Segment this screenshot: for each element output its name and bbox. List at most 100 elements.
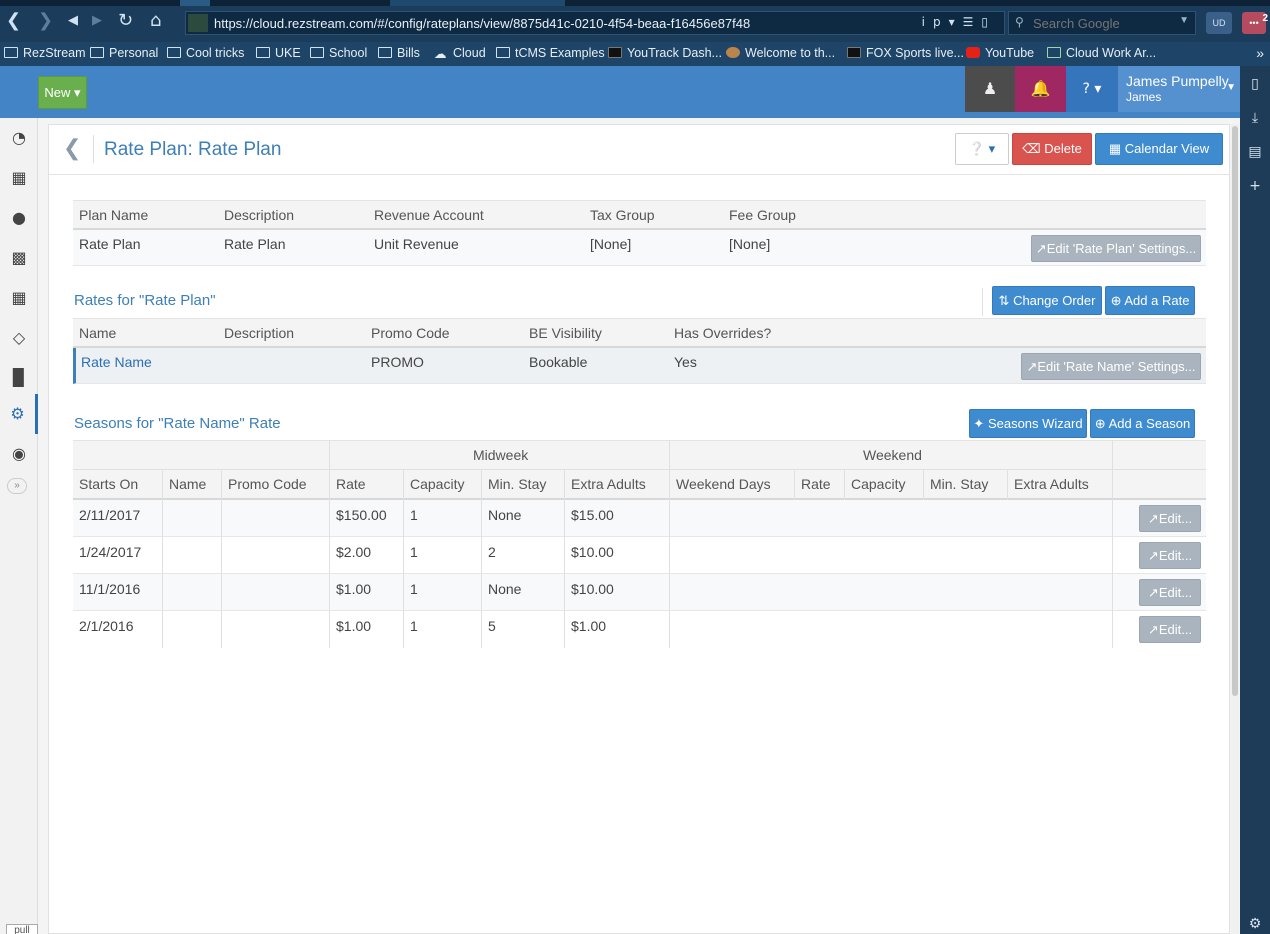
edit-season-button[interactable]: ↗Edit... (1139, 579, 1201, 606)
browser-tab[interactable] (180, 0, 210, 6)
add-rate-button[interactable]: ⊕ Add a Rate (1105, 286, 1195, 315)
divider (93, 135, 94, 163)
edit-season-button[interactable]: ↗Edit... (1139, 505, 1201, 532)
calendar-view-button[interactable]: ▦ Calendar View (1095, 133, 1223, 165)
download-icon[interactable]: ⤓ (1240, 110, 1270, 126)
rate-name-link[interactable]: Rate Name (81, 354, 152, 370)
extension-ud-icon[interactable]: UD (1206, 12, 1232, 34)
pull-tab[interactable]: pull (6, 924, 38, 934)
bell-icon[interactable]: 🔔 (1015, 66, 1066, 112)
bookmark-item[interactable]: School (310, 46, 367, 60)
ticket-icon[interactable]: ◇ (0, 318, 38, 358)
bookmarks-bar: RezStream Personal Cool tricks UKE Schoo… (0, 42, 1270, 66)
settings-icon[interactable]: ⚙ (0, 394, 38, 434)
column-header: Min. Stay (930, 476, 989, 492)
search-dropdown-icon[interactable]: ▼ (1179, 15, 1189, 26)
first-icon[interactable]: ◀ (68, 10, 78, 32)
add-panel-icon[interactable]: + (1240, 178, 1270, 194)
calendar-icon: ▦ (1108, 141, 1122, 156)
gear-icon[interactable]: ⚙ (1240, 916, 1270, 932)
edit-season-button[interactable]: ↗Edit... (1139, 616, 1201, 643)
edit-season-label: Edit... (1158, 548, 1193, 563)
expand-nav-icon[interactable]: » (7, 478, 27, 494)
bookmark-label: Cloud Work Ar... (1066, 46, 1157, 60)
table-row: Rate Plan Rate Plan Unit Revenue [None] … (73, 230, 1206, 266)
bookmark-item[interactable]: ☁ Cloud (434, 46, 486, 61)
bookmark-label: Personal (109, 46, 159, 60)
column-divider (1007, 470, 1008, 500)
help-dropdown-button[interactable]: ❔ ▾ (955, 133, 1009, 165)
scrollbar-thumb[interactable] (1232, 126, 1238, 696)
bookmark-item[interactable]: Personal (90, 46, 158, 60)
add-season-button[interactable]: ⊕ Add a Season (1090, 409, 1195, 438)
edit-rate-settings-button[interactable]: ↗Edit 'Rate Name' Settings... (1021, 353, 1201, 380)
column-header: Name (169, 476, 207, 492)
user-menu[interactable]: James Pumpelly James ▼ (1118, 66, 1240, 112)
column-header: BE Visibility (529, 325, 602, 341)
starts-on: 2/11/2017 (79, 507, 141, 523)
dashboard-icon[interactable]: ◔ (0, 118, 38, 158)
browser-tab[interactable] (390, 0, 565, 6)
bookmark-item[interactable]: tCMS Examples (496, 46, 605, 60)
chevron-right-icon[interactable]: » (1256, 45, 1264, 61)
bookmark-item[interactable]: RezStream (4, 46, 86, 60)
search-input[interactable] (1033, 15, 1173, 31)
bookmark-item[interactable]: Bills (378, 46, 420, 60)
last-icon[interactable]: ▶ (92, 10, 102, 32)
address-bar[interactable]: https://cloud.rezstream.com/#/config/rat… (185, 11, 1005, 35)
bar-chart-icon[interactable]: ▉ (0, 358, 38, 398)
folder-icon (496, 47, 510, 58)
external-link-icon: ↗ (1147, 511, 1159, 526)
column-divider (669, 440, 670, 648)
folder-icon (378, 47, 392, 58)
home-icon[interactable]: ⌂ (150, 10, 161, 32)
extension-menu-icon[interactable]: ••• 2 (1242, 12, 1268, 34)
youtube-icon (966, 47, 980, 58)
bookmark-item[interactable]: Cloud Work Ar... (1047, 46, 1156, 60)
briefcase-icon[interactable]: ▩ (0, 238, 38, 278)
delete-button[interactable]: ⌫ Delete (1012, 133, 1092, 165)
seasons-wizard-button[interactable]: ✦ Seasons Wizard (969, 409, 1087, 438)
forward-icon[interactable]: ❯ (38, 10, 53, 32)
column-header: Plan Name (79, 207, 149, 223)
notes-icon[interactable]: ▤ (1240, 144, 1270, 160)
help-menu-icon[interactable]: ? ▾ (1066, 66, 1118, 112)
new-button[interactable]: New ▾ (38, 76, 87, 109)
edit-season-button[interactable]: ↗Edit... (1139, 542, 1201, 569)
table-row[interactable]: Rate Name PROMO Bookable Yes ↗Edit 'Rate… (73, 348, 1206, 384)
rates-table: Name Description Promo Code BE Visibilit… (73, 318, 1206, 384)
column-divider (221, 470, 222, 648)
table-icon[interactable]: ▦ (0, 278, 38, 318)
bookmark-item[interactable]: Cool tricks (167, 46, 244, 60)
folder-icon (256, 47, 270, 58)
reload-icon[interactable]: ↻ (118, 10, 133, 32)
bookmark-item[interactable]: YouTube (966, 46, 1034, 60)
user-icon[interactable]: ● (0, 198, 38, 238)
scrollbar[interactable] (1231, 124, 1239, 934)
column-header: Has Overrides? (674, 325, 772, 341)
url-action-icons[interactable]: ip▾☰▯ (922, 15, 996, 29)
starts-on: 2/1/2016 (79, 618, 134, 634)
bookmark-label: Bills (397, 46, 420, 60)
back-chevron-icon[interactable]: ❮ (63, 137, 83, 161)
bookmark-item[interactable]: UKE (256, 46, 301, 60)
bookmark-label: YouTrack Dash... (627, 46, 722, 60)
bookmark-icon[interactable]: ▯ (1240, 76, 1270, 92)
external-link-icon: ↗ (1035, 241, 1047, 256)
edit-season-label: Edit... (1158, 622, 1193, 637)
calendar-icon[interactable]: ▦ (0, 158, 38, 198)
url-text[interactable]: https://cloud.rezstream.com/#/config/rat… (214, 16, 750, 31)
ghost-icon[interactable]: ♟ (965, 66, 1015, 112)
globe-icon[interactable]: ◉ (0, 434, 38, 474)
back-icon[interactable]: ❮ (6, 10, 21, 32)
bookmark-item[interactable]: YouTrack Dash... (608, 46, 722, 60)
browser-toolbar: ❮ ❯ ◀ ▶ ↻ ⌂ https://cloud.rezstream.com/… (0, 0, 1270, 42)
edit-plan-settings-button[interactable]: ↗Edit 'Rate Plan' Settings... (1031, 235, 1201, 262)
bookmark-item[interactable]: FOX Sports live... (847, 46, 964, 60)
column-divider (1112, 440, 1113, 648)
starts-on: 1/24/2017 (79, 544, 142, 560)
bookmark-item[interactable]: Welcome to th... (726, 46, 835, 60)
search-box[interactable]: ⚲ ▼ (1008, 11, 1196, 35)
bookmark-label: Cool tricks (186, 46, 245, 60)
change-order-button[interactable]: ⇅ Change Order (992, 286, 1102, 315)
